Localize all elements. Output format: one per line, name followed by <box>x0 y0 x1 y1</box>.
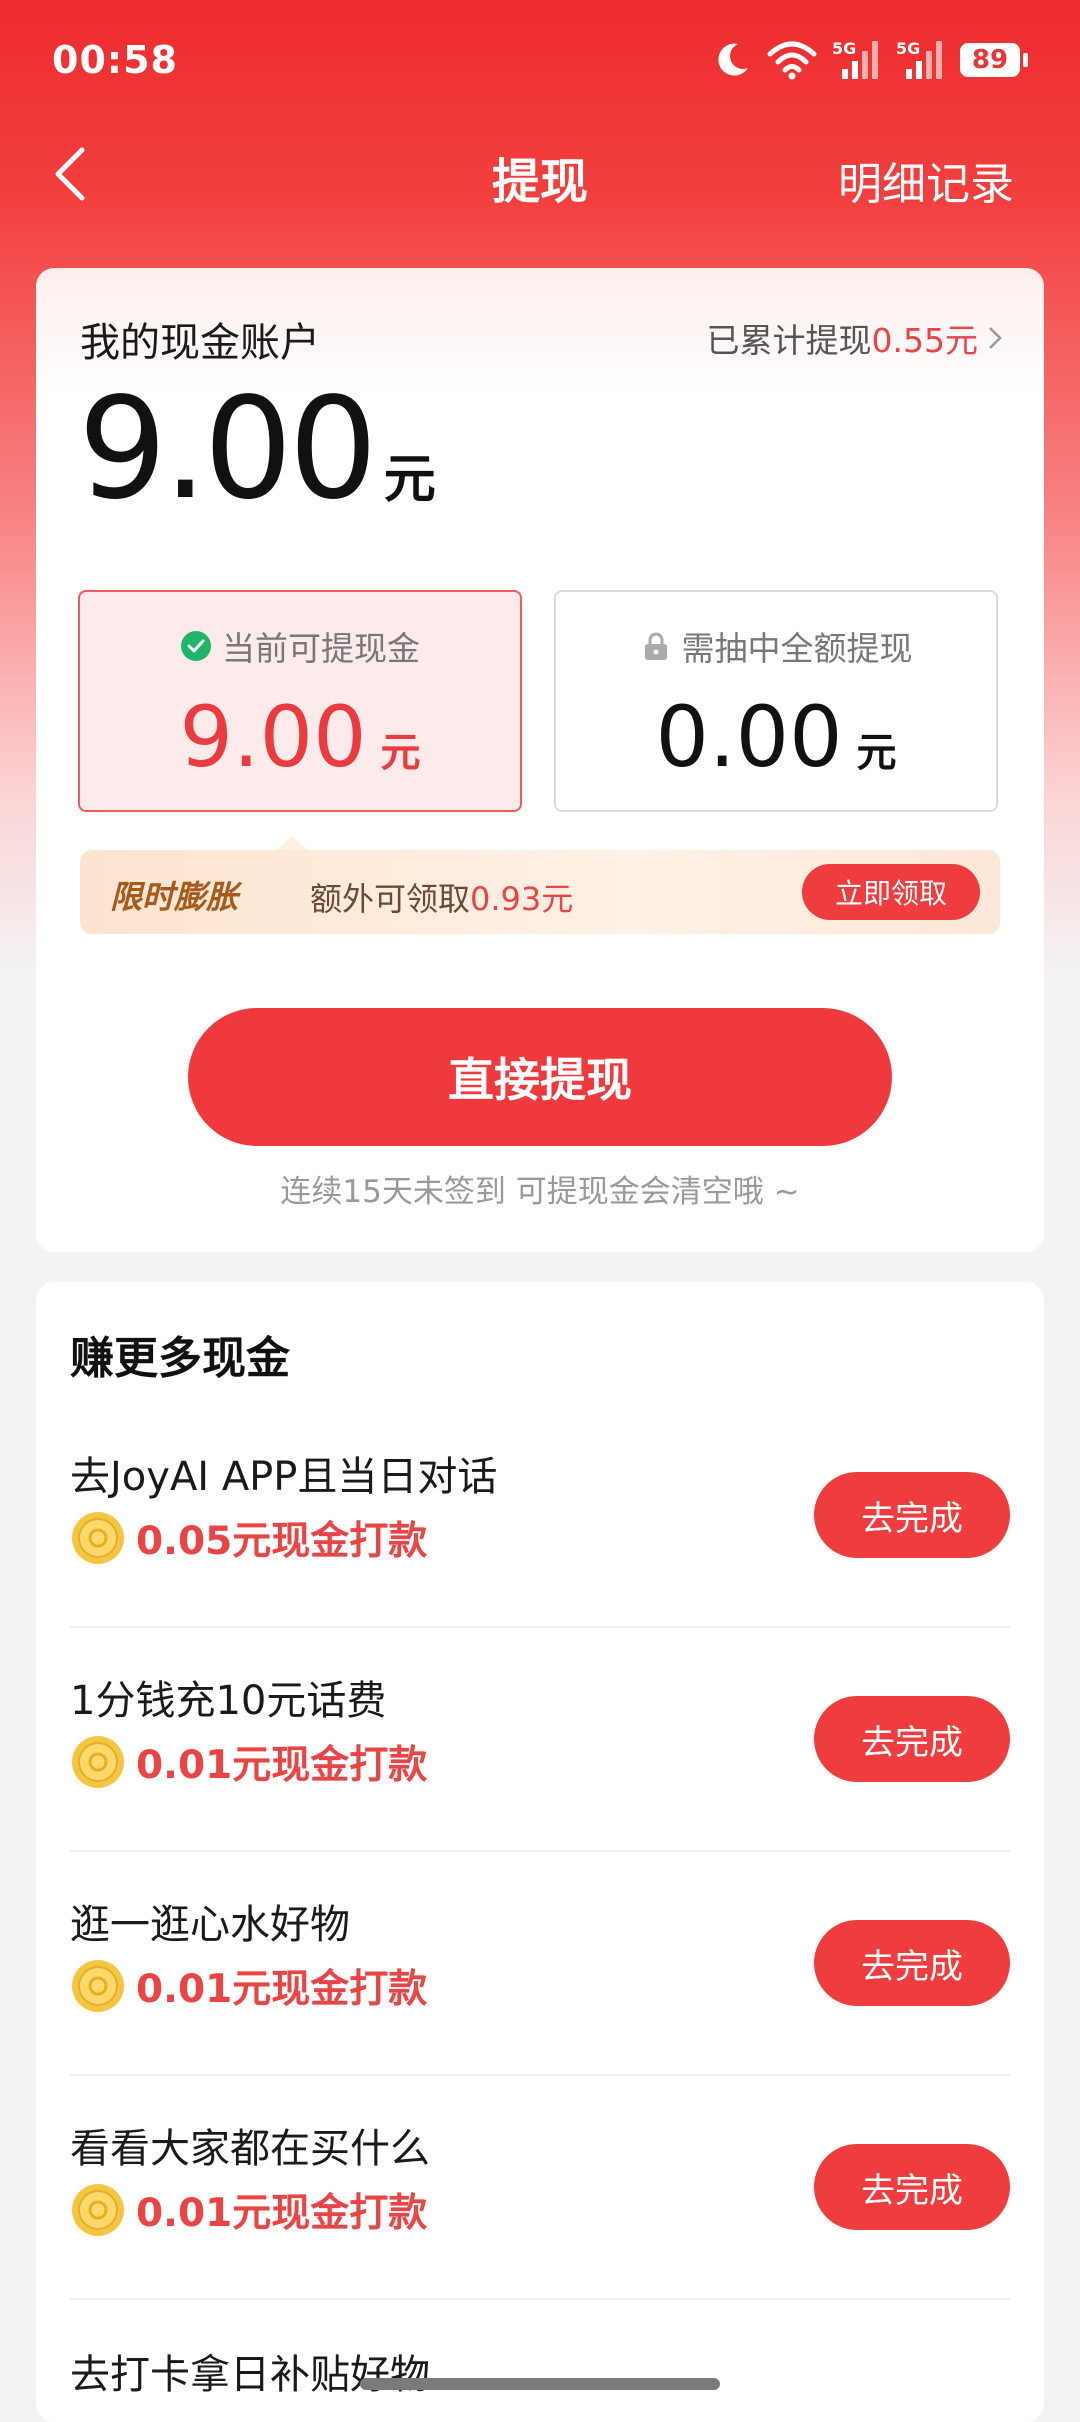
available-cash-unit: 元 <box>380 730 421 776</box>
locked-cash-value: 0.00 元 <box>556 688 996 786</box>
coin-icon <box>72 1736 124 1788</box>
available-cash-box[interactable]: 当前可提现金 9.00 元 <box>78 590 522 812</box>
locked-cash-label: 需抽中全额提现 <box>681 629 913 668</box>
available-cash-amount: 9.00 <box>179 688 367 786</box>
balance-amount: 9.00 <box>78 368 378 531</box>
coin-icon <box>72 1960 124 2012</box>
promo-tag: 限时膨胀 <box>110 878 239 916</box>
task-reward: 0.01元现金打款 <box>70 1734 427 1790</box>
account-label: 我的现金账户 <box>80 320 320 366</box>
task-item: 看看大家都在买什么 0.01元现金打款 去完成 <box>70 2116 1010 2340</box>
cash-account-card: 我的现金账户 已累计提现 0.55元 9.00 元 当前可提现金 9.00 元 <box>36 268 1044 1252</box>
locked-cash-header: 需抽中全额提现 <box>556 622 996 670</box>
task-reward-text: 0.01元现金打款 <box>136 1743 428 1788</box>
network-type-1: 5G <box>832 39 857 58</box>
detail-record-link[interactable]: 明细记录 <box>838 148 1014 212</box>
available-cash-value: 9.00 元 <box>80 688 520 786</box>
claim-now-button[interactable]: 立即领取 <box>802 864 980 920</box>
task-reward-text: 0.01元现金打款 <box>136 2191 428 2236</box>
available-cash-header: 当前可提现金 <box>80 622 520 670</box>
cumulative-amount: 0.55元 <box>871 321 978 360</box>
available-cash-label: 当前可提现金 <box>222 629 420 668</box>
balance: 9.00 元 <box>78 368 436 531</box>
locked-cash-unit: 元 <box>856 730 897 776</box>
go-complete-button[interactable]: 去完成 <box>814 2144 1010 2230</box>
task-name: 去JoyAI APP且当日对话 <box>70 1454 498 1500</box>
locked-cash-amount: 0.00 <box>655 688 843 786</box>
earn-more-card: 赚更多现金 去JoyAI APP且当日对话 0.05元现金打款 去完成 1分钱充… <box>36 1282 1044 2422</box>
promo-banner[interactable]: 限时膨胀 额外可领取0.93元 立即领取 <box>80 850 1000 934</box>
task-name: 逛一逛心水好物 <box>70 1902 350 1948</box>
chevron-right-icon <box>989 327 1002 349</box>
signal-icon-1: 5G <box>832 39 882 81</box>
task-item: 去JoyAI APP且当日对话 0.05元现金打款 去完成 <box>70 1444 1010 1668</box>
task-reward: 0.01元现金打款 <box>70 2182 427 2238</box>
coin-icon <box>72 1512 124 1564</box>
signal-icon-2: 5G <box>896 39 946 81</box>
task-reward-text: 0.01元现金打款 <box>136 1967 428 2012</box>
divider <box>70 1850 1010 1852</box>
nav-bar: 提现 明细记录 <box>0 120 1080 230</box>
divider <box>70 2298 1010 2300</box>
task-reward: 0.05元现金打款 <box>70 1510 427 1566</box>
cumulative-withdraw-link[interactable]: 已累计提现 0.55元 <box>707 314 1004 362</box>
status-icons: 5G 5G 89 <box>712 36 1028 84</box>
home-indicator[interactable] <box>360 2378 720 2390</box>
check-circle-icon <box>181 631 211 661</box>
promo-text-prefix: 额外可领取 <box>310 880 471 918</box>
withdraw-hint: 连续15天未签到 可提现金会清空哦 ~ <box>280 1174 800 1210</box>
network-type-2: 5G <box>896 39 921 58</box>
wifi-icon <box>767 41 817 80</box>
task-item: 1分钱充10元话费 0.01元现金打款 去完成 <box>70 1668 1010 1892</box>
go-complete-button[interactable]: 去完成 <box>814 1472 1010 1558</box>
promo-text: 额外可领取0.93元 <box>310 874 573 920</box>
lock-icon <box>644 632 667 660</box>
task-reward: 0.01元现金打款 <box>70 1958 427 2014</box>
earn-more-title: 赚更多现金 <box>70 1333 290 1384</box>
moon-icon <box>718 43 748 76</box>
direct-withdraw-button[interactable]: 直接提现 <box>188 1008 892 1146</box>
task-item: 逛一逛心水好物 0.01元现金打款 去完成 <box>70 1892 1010 2116</box>
cumulative-prefix: 已累计提现 <box>706 321 872 360</box>
status-time: 00:58 <box>52 38 178 82</box>
task-name: 1分钱充10元话费 <box>70 1678 387 1724</box>
go-complete-button[interactable]: 去完成 <box>814 1696 1010 1782</box>
coin-icon <box>72 2184 124 2236</box>
divider <box>70 2074 1010 2076</box>
task-name: 看看大家都在买什么 <box>70 2126 430 2172</box>
task-reward-text: 0.05元现金打款 <box>136 1519 428 1564</box>
locked-cash-box[interactable]: 需抽中全额提现 0.00 元 <box>554 590 998 812</box>
go-complete-button[interactable]: 去完成 <box>814 1920 1010 2006</box>
battery-icon: 89 <box>960 43 1028 77</box>
promo-amount: 0.93元 <box>470 880 574 918</box>
task-name-partial: 去打卡拿日补贴好物 <box>70 2352 430 2398</box>
status-bar: 00:58 5G 5G 89 <box>0 0 1080 120</box>
balance-unit: 元 <box>383 450 436 510</box>
divider <box>70 1626 1010 1628</box>
